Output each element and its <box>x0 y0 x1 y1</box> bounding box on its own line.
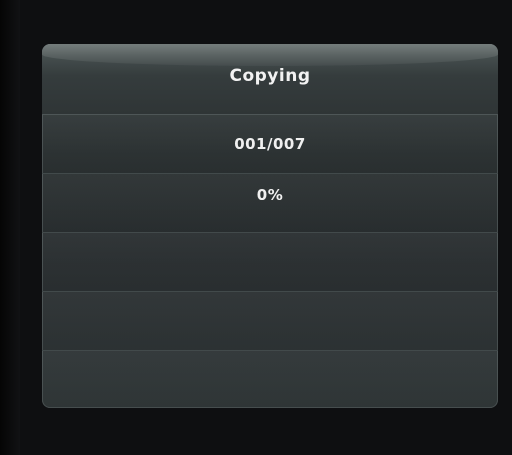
copy-progress-dialog: Copying 001/007 0% <box>42 44 498 408</box>
progress-percent: 0% <box>256 186 284 204</box>
dialog-header: Copying <box>42 44 498 115</box>
empty-row-3 <box>42 351 498 408</box>
empty-row-2 <box>42 292 498 351</box>
screen-bezel <box>0 0 20 455</box>
progress-row: 0% <box>42 174 498 233</box>
file-counter-row: 001/007 <box>42 115 498 174</box>
dialog-title: Copying <box>229 66 311 86</box>
file-counter: 001/007 <box>234 135 306 153</box>
header-highlight <box>42 44 498 66</box>
empty-row-1 <box>42 233 498 292</box>
